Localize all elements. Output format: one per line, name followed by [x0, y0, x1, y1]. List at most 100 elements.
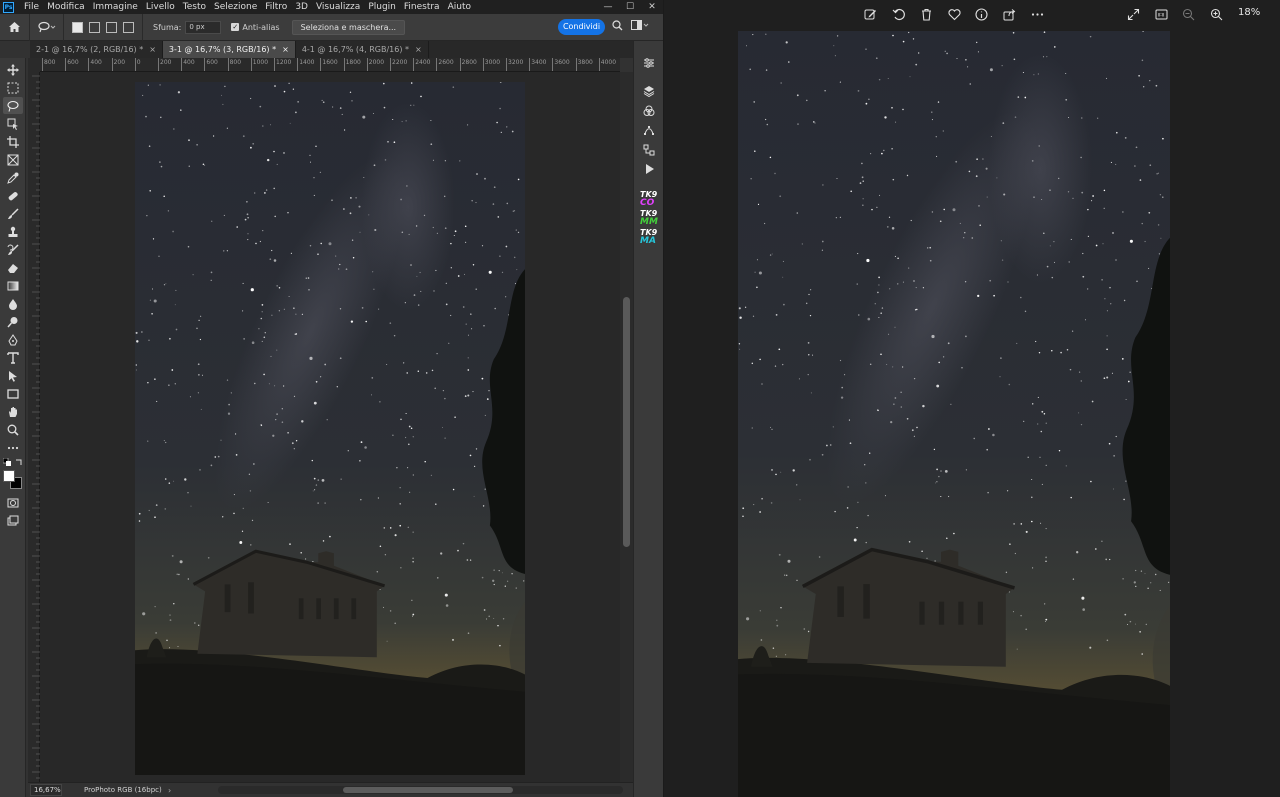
- edit-toolbar-button[interactable]: [3, 439, 23, 456]
- select-and-mask-button[interactable]: Seleziona e maschera...: [291, 19, 406, 35]
- vertical-scrollbar[interactable]: [620, 72, 633, 782]
- horizontal-scrollbar[interactable]: [218, 786, 623, 794]
- menu-finestra[interactable]: Finestra: [400, 0, 444, 14]
- info-button[interactable]: [974, 7, 988, 21]
- menu-immagine[interactable]: Immagine: [89, 0, 142, 14]
- menu-livello[interactable]: Livello: [142, 0, 179, 14]
- feather-input[interactable]: 0 px: [185, 20, 222, 34]
- menu-visualizza[interactable]: Visualizza: [312, 0, 364, 14]
- share-button-viewer[interactable]: [1002, 7, 1016, 21]
- minimize-button[interactable]: —: [597, 0, 619, 14]
- document-tab[interactable]: 4-1 @ 16,7% (4, RGB/16) * ×: [296, 41, 429, 58]
- workspace-icon[interactable]: [631, 20, 649, 31]
- quick-mask-button[interactable]: [3, 494, 23, 511]
- add-selection-icon[interactable]: [89, 21, 100, 33]
- eraser-tool[interactable]: [3, 259, 23, 276]
- clone-stamp-tool[interactable]: [3, 223, 23, 240]
- menu-filtro[interactable]: Filtro: [261, 0, 291, 14]
- status-menu-arrow-icon[interactable]: ›: [168, 786, 171, 795]
- paths-panel-button[interactable]: [639, 123, 659, 139]
- crop-tool[interactable]: [3, 133, 23, 150]
- tab-close-icon[interactable]: ×: [149, 41, 156, 58]
- photoshop-logo-icon: Ps: [3, 1, 14, 13]
- layers-panel-button[interactable]: [639, 83, 659, 99]
- properties-panel-button[interactable]: [639, 55, 659, 71]
- maximize-button[interactable]: ☐: [619, 0, 641, 14]
- actual-size-button[interactable]: [1154, 7, 1168, 21]
- status-bar: 16,67% ProPhoto RGB (16bpc) ›: [28, 782, 633, 797]
- menu-selezione[interactable]: Selezione: [210, 0, 261, 14]
- ruler-label: 800: [44, 59, 56, 66]
- ruler-label: 200: [160, 59, 172, 66]
- tool-preset-picker[interactable]: [30, 13, 64, 41]
- dodge-tool[interactable]: [3, 313, 23, 330]
- ruler-label: 3600: [554, 59, 570, 66]
- viewer-photo[interactable]: [738, 31, 1170, 797]
- tab-close-icon[interactable]: ×: [282, 41, 289, 58]
- actions-panel-button[interactable]: [639, 161, 659, 177]
- tk9-ma-plugin-button[interactable]: TK9 MA: [640, 229, 658, 247]
- antialias-option[interactable]: ✓ Anti-alias: [231, 23, 280, 32]
- canvas-area[interactable]: [40, 72, 620, 782]
- menu-plugin[interactable]: Plugin: [364, 0, 400, 14]
- fullscreen-button[interactable]: [1126, 7, 1140, 21]
- color-swap-controls[interactable]: [3, 458, 23, 468]
- channels-panel-button[interactable]: [639, 103, 659, 119]
- ruler-label: 1000: [252, 59, 269, 66]
- more-button[interactable]: [1030, 7, 1044, 21]
- type-tool[interactable]: [3, 349, 23, 366]
- zoom-level-field[interactable]: 16,67%: [30, 784, 62, 796]
- ruler-tick: [506, 58, 507, 71]
- tab-close-icon[interactable]: ×: [415, 41, 422, 58]
- intersect-selection-icon[interactable]: [123, 21, 134, 33]
- pen-tool[interactable]: [3, 331, 23, 348]
- ruler-label: 3200: [508, 59, 524, 66]
- hand-tool[interactable]: [3, 403, 23, 420]
- menu-3d[interactable]: 3D: [291, 0, 312, 14]
- foreground-color-swatch[interactable]: [3, 470, 15, 482]
- object-selection-tool[interactable]: [3, 115, 23, 132]
- path-selection-tool[interactable]: [3, 367, 23, 384]
- drop-icon: [9, 298, 17, 310]
- search-icon[interactable]: [612, 20, 623, 31]
- share-button[interactable]: Condividi: [558, 19, 605, 35]
- document-canvas[interactable]: [135, 82, 525, 775]
- gradient-tool[interactable]: [3, 277, 23, 294]
- menu-modifica[interactable]: Modifica: [43, 0, 89, 14]
- menu-aiuto[interactable]: Aiuto: [444, 0, 475, 14]
- history-brush-tool[interactable]: [3, 241, 23, 258]
- brush-tool[interactable]: [3, 205, 23, 222]
- menu-bar: Ps File Modifica Immagine Livello Testo …: [0, 0, 663, 14]
- home-button[interactable]: [0, 13, 30, 41]
- screen-mode-button[interactable]: [3, 512, 23, 529]
- delete-button[interactable]: [919, 7, 933, 21]
- rectangle-tool[interactable]: [3, 385, 23, 402]
- new-selection-icon[interactable]: [72, 21, 83, 33]
- move-tool[interactable]: [3, 61, 23, 78]
- zoom-in-button[interactable]: [1209, 7, 1223, 21]
- tk9-co-plugin-button[interactable]: TK9 CO: [640, 191, 658, 209]
- marquee-tool[interactable]: [3, 79, 23, 96]
- favorite-button[interactable]: [947, 7, 961, 21]
- frame-tool[interactable]: [3, 151, 23, 168]
- vertical-scroll-thumb[interactable]: [623, 297, 630, 547]
- zoom-out-button[interactable]: [1181, 7, 1195, 21]
- healing-brush-tool[interactable]: [3, 187, 23, 204]
- horizontal-scroll-thumb[interactable]: [343, 787, 513, 793]
- document-tab-active[interactable]: 3-1 @ 16,7% (3, RGB/16) * ×: [162, 41, 296, 58]
- subtract-selection-icon[interactable]: [106, 21, 117, 33]
- ruler-tick: [575, 58, 577, 71]
- history-panel-button[interactable]: [639, 142, 659, 158]
- blur-tool[interactable]: [3, 295, 23, 312]
- document-tab[interactable]: 2-1 @ 16,7% (2, RGB/16) * ×: [30, 41, 163, 58]
- edit-button[interactable]: [863, 7, 877, 21]
- zoom-tool[interactable]: [3, 421, 23, 438]
- lasso-tool[interactable]: [3, 97, 23, 114]
- menu-file[interactable]: File: [20, 0, 43, 14]
- close-button[interactable]: ✕: [641, 0, 663, 14]
- rotate-button[interactable]: [891, 7, 905, 21]
- menu-testo[interactable]: Testo: [179, 0, 210, 14]
- tk9-mm-plugin-button[interactable]: TK9 MM: [640, 210, 658, 228]
- antialias-checkbox[interactable]: ✓: [231, 23, 240, 31]
- eyedropper-tool[interactable]: [3, 169, 23, 186]
